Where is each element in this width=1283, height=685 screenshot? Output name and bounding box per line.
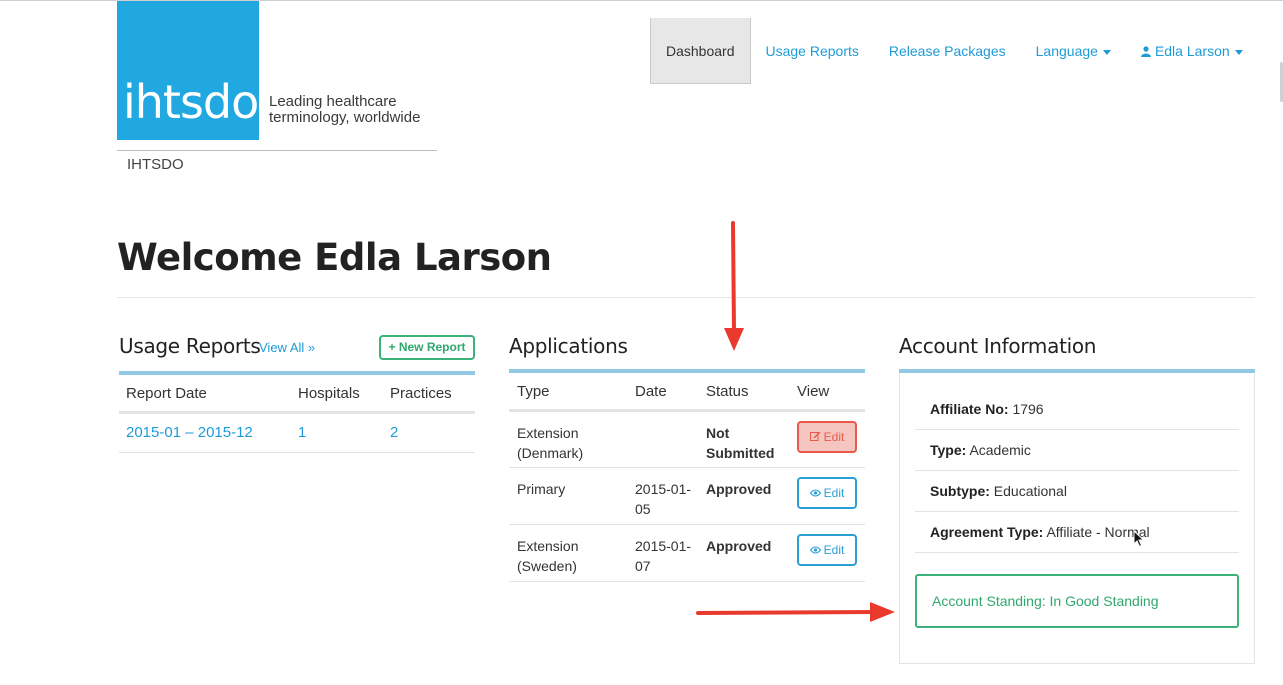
application-view-cell: Edit xyxy=(789,467,865,525)
account-standing-alert: Account Standing: In Good Standing xyxy=(915,574,1239,628)
chevron-down-icon xyxy=(1234,49,1243,55)
agreement-type-row: Agreement Type: Affiliate - Normal xyxy=(915,512,1239,553)
usage-reports-heading: Usage Reports xyxy=(119,334,261,358)
eye-icon xyxy=(809,488,821,497)
standing-label: Account Standing: xyxy=(932,593,1046,609)
affiliate-no-row: Affiliate No: 1796 xyxy=(915,389,1239,430)
nav-language-label: Language xyxy=(1035,43,1098,59)
application-date: 2015-01-05 xyxy=(627,467,698,525)
type-value: Academic xyxy=(969,442,1031,458)
application-view-cell: Edit xyxy=(789,410,865,468)
application-date xyxy=(627,410,698,468)
nav-user-dropdown[interactable]: Edla Larson xyxy=(1126,18,1258,84)
type-row: Type: Academic xyxy=(915,430,1239,471)
page-title: Welcome Edla Larson xyxy=(117,236,552,279)
subtype-label: Subtype: xyxy=(930,483,990,499)
agreement-type-value: Affiliate - Normal xyxy=(1046,524,1150,540)
application-status: Approved xyxy=(698,467,789,525)
type-label: Type: xyxy=(930,442,967,458)
agreement-type-label: Agreement Type: xyxy=(930,524,1044,540)
subtype-row: Subtype: Educational xyxy=(915,471,1239,512)
table-header-row: Report Date Hospitals Practices xyxy=(119,376,475,414)
nav-dashboard-label: Dashboard xyxy=(666,43,735,59)
logo-divider xyxy=(117,150,437,151)
nav-user-label: Edla Larson xyxy=(1154,43,1230,59)
logo-text: ihtsdo xyxy=(123,75,259,129)
table-header-row: Type Date Status View xyxy=(509,374,865,412)
edit-application-button[interactable]: Edit xyxy=(797,420,857,453)
edit-button-label: Edit xyxy=(823,485,845,500)
org-name: IHTSDO xyxy=(127,156,184,173)
applications-rule xyxy=(509,369,865,373)
chevron-down-icon xyxy=(1102,49,1111,55)
application-status: Not Submitted xyxy=(698,410,789,468)
table-row: Primary 2015-01-05 Approved Edit xyxy=(509,467,865,525)
user-icon xyxy=(1140,46,1151,57)
account-rule xyxy=(899,369,1255,373)
account-information-panel: Affiliate No: 1796 Type: Academic Subtyp… xyxy=(899,374,1255,664)
annotation-arrow-down-icon xyxy=(724,221,744,351)
table-row: 2015-01 – 2015-12 1 2 xyxy=(119,412,475,453)
affiliate-no-value: 1796 xyxy=(1012,401,1044,417)
nav-usage-reports[interactable]: Usage Reports xyxy=(751,18,874,84)
column-header: Hospitals xyxy=(291,376,383,414)
edit-button-label: Edit xyxy=(823,542,845,557)
subtype-value: Educational xyxy=(993,483,1067,499)
column-header: Type xyxy=(509,374,627,412)
applications-table: Type Date Status View Extension (Denmark… xyxy=(509,374,865,582)
new-report-button[interactable]: + New Report xyxy=(379,335,475,360)
view-application-button[interactable]: Edit xyxy=(797,476,857,509)
nav-dashboard[interactable]: Dashboard xyxy=(650,18,751,84)
view-all-link[interactable]: View All » xyxy=(259,340,315,355)
account-information-heading: Account Information xyxy=(899,334,1097,358)
standing-value: In Good Standing xyxy=(1049,593,1159,609)
nav-release-packages-label: Release Packages xyxy=(888,43,1006,59)
ihtsdo-logo[interactable]: ihtsdo xyxy=(117,1,259,140)
application-date: 2015-01-07 xyxy=(627,524,698,582)
column-header: Date xyxy=(627,374,698,412)
nav-release-packages[interactable]: Release Packages xyxy=(874,18,1021,84)
annotation-arrow-right-icon xyxy=(696,602,895,622)
applications-heading: Applications xyxy=(509,334,628,358)
report-date-link[interactable]: 2015-01 – 2015-12 xyxy=(119,412,291,453)
usage-reports-rule xyxy=(119,371,475,375)
logo-tagline: Leading healthcare terminology, worldwid… xyxy=(269,94,420,126)
column-header: Practices xyxy=(383,376,475,414)
column-header: Status xyxy=(698,374,789,412)
nav-language-dropdown[interactable]: Language xyxy=(1021,18,1126,84)
main-nav: Dashboard Usage Reports Release Packages… xyxy=(650,18,1258,84)
practices-link[interactable]: 2 xyxy=(383,412,475,453)
view-application-button[interactable]: Edit xyxy=(797,533,857,566)
application-type: Primary xyxy=(509,467,627,525)
column-header: View xyxy=(789,374,865,412)
eye-icon xyxy=(809,545,821,554)
column-header: Report Date xyxy=(119,376,291,414)
nav-usage-reports-label: Usage Reports xyxy=(765,43,859,59)
hospitals-link[interactable]: 1 xyxy=(291,412,383,453)
table-row: Extension (Denmark) Not Submitted Edit xyxy=(509,410,865,468)
edit-button-label: Edit xyxy=(823,429,845,444)
application-status: Approved xyxy=(698,524,789,582)
application-type: Extension (Denmark) xyxy=(509,410,627,468)
application-view-cell: Edit xyxy=(789,524,865,582)
title-divider xyxy=(117,297,1255,298)
edit-icon xyxy=(809,431,821,441)
application-type: Extension (Sweden) xyxy=(509,524,627,582)
tagline-line-2: terminology, worldwide xyxy=(269,109,421,126)
usage-reports-table: Report Date Hospitals Practices 2015-01 … xyxy=(119,376,475,453)
tagline-line-1: Leading healthcare xyxy=(269,93,397,110)
table-row: Extension (Sweden) 2015-01-07 Approved E… xyxy=(509,524,865,582)
affiliate-no-label: Affiliate No: xyxy=(930,401,1009,417)
